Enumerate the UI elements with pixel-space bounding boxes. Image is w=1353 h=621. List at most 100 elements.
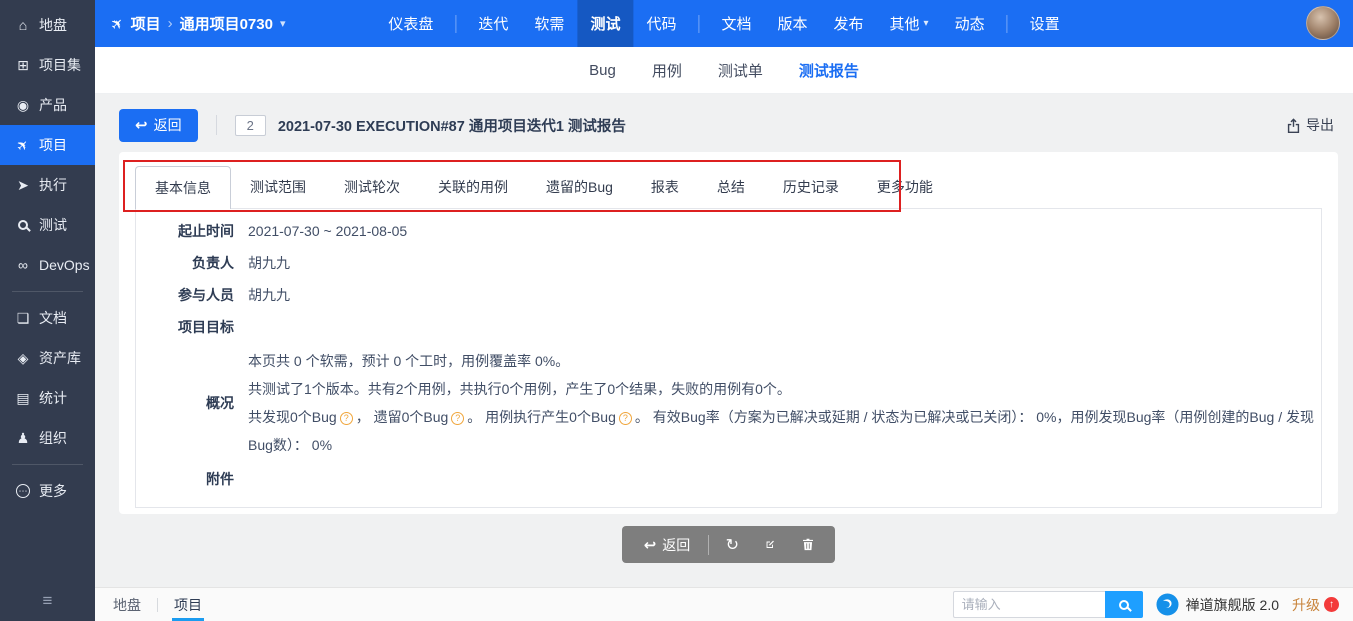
sidebar-item-label: 产品	[39, 95, 67, 115]
breadcrumb-project[interactable]: 通用项目0730	[180, 13, 273, 34]
people-icon: ♟	[15, 430, 31, 447]
export-button[interactable]: 导出	[1286, 115, 1338, 135]
trash-icon	[803, 537, 813, 552]
detail-row-members: 参与人员 胡九九	[136, 279, 1321, 311]
tab-summary[interactable]: 总结	[698, 166, 764, 208]
detail-value: 2021-07-30 ~ 2021-08-05	[248, 223, 407, 239]
breadcrumb-app[interactable]: 项目	[131, 13, 161, 34]
sidebar-item-devops[interactable]: ∞ DevOps	[0, 245, 95, 285]
footer-tab-project[interactable]: 项目	[172, 588, 204, 621]
subnav-item-case[interactable]: 用例	[652, 60, 682, 81]
report-tabs: 基本信息 测试范围 测试轮次 关联的用例 遗留的Bug 报表 总结 历史记录 更…	[135, 166, 1322, 208]
upgrade-link[interactable]: 升级 ↑	[1292, 595, 1339, 615]
help-icon[interactable]: ?	[451, 412, 464, 425]
nav-item-dashboard[interactable]: 仪表盘	[375, 0, 446, 47]
brand-label: 禅道旗舰版 2.0	[1186, 595, 1279, 615]
sidebar-item-more[interactable]: ⋯ 更多	[0, 471, 95, 511]
gem-icon: ◈	[15, 350, 31, 367]
report-id-badge: 2	[235, 115, 266, 136]
refresh-icon: ↻	[726, 535, 739, 555]
nav-item-build[interactable]: 版本	[764, 0, 820, 47]
nav-item-settings[interactable]: 设置	[1017, 0, 1073, 47]
overview-line-2: 共测试了1个版本。共有2个用例，共执行0个用例，产生了0个结果，失败的用例有0个…	[248, 375, 1321, 403]
tab-test-scope[interactable]: 测试范围	[231, 166, 325, 208]
nav-item-test[interactable]: 测试	[577, 0, 633, 47]
main-content: ↩ 返回 2 2021-07-30 EXECUTION#87 通用项目迭代1 测…	[95, 94, 1353, 587]
refresh-button[interactable]: ↻	[713, 526, 751, 563]
export-icon	[1286, 118, 1301, 133]
chevron-down-icon: ▾	[924, 18, 929, 29]
detail-row-goal: 项目目标	[136, 311, 1321, 343]
search-input[interactable]	[953, 591, 1105, 618]
back-button-bottom[interactable]: ↩ 返回	[630, 526, 705, 563]
footer-tab-dashboard[interactable]: 地盘	[111, 588, 143, 621]
sidebar-item-program[interactable]: ⊞ 项目集	[0, 45, 95, 85]
search-icon	[1119, 600, 1129, 610]
detail-label: 起止时间	[136, 221, 248, 241]
sidebar-item-org[interactable]: ♟ 组织	[0, 418, 95, 458]
tab-linked-cases[interactable]: 关联的用例	[419, 166, 527, 208]
sidebar-item-label: 组织	[39, 428, 67, 448]
footer-tabs: 地盘 项目	[95, 588, 204, 621]
tab-legacy-bugs[interactable]: 遗留的Bug	[527, 166, 632, 208]
sidebar-item-doc[interactable]: ❏ 文档	[0, 298, 95, 338]
sidebar-item-project[interactable]: ✈ 项目	[0, 125, 95, 165]
edit-button[interactable]	[751, 526, 789, 563]
subnav-item-testreport[interactable]: 测试报告	[799, 60, 859, 81]
sidebar-item-label: 资产库	[39, 348, 81, 368]
sidebar-item-label: 统计	[39, 388, 67, 408]
sidebar-item-stats[interactable]: ▤ 统计	[0, 378, 95, 418]
nav-item-requirement[interactable]: 软需	[521, 0, 577, 47]
sidebar-item-dashboard[interactable]: ⌂ 地盘	[0, 5, 95, 45]
help-icon[interactable]: ?	[340, 412, 353, 425]
chevron-right-icon: ›	[168, 15, 173, 32]
tab-more-features[interactable]: 更多功能	[858, 166, 952, 208]
subnav-item-bug[interactable]: Bug	[589, 62, 616, 79]
sidebar-item-qa[interactable]: 测试	[0, 205, 95, 245]
detail-row-owner: 负责人 胡九九	[136, 247, 1321, 279]
sidebar-item-label: 地盘	[39, 15, 67, 35]
nav-item-other[interactable]: 其他 ▾	[877, 0, 942, 47]
sidebar-divider	[12, 464, 83, 465]
sidebar-item-label: 项目集	[39, 55, 81, 75]
report-card: 基本信息 测试范围 测试轮次 关联的用例 遗留的Bug 报表 总结 历史记录 更…	[119, 152, 1338, 514]
nav-item-iteration[interactable]: 迭代	[465, 0, 521, 47]
sidebar-item-execution[interactable]: ➤ 执行	[0, 165, 95, 205]
nav-item-doc[interactable]: 文档	[708, 0, 764, 47]
home-icon: ⌂	[15, 17, 31, 33]
back-button[interactable]: ↩ 返回	[119, 109, 198, 142]
tab-history[interactable]: 历史记录	[764, 166, 858, 208]
sidebar-divider	[12, 291, 83, 292]
chevron-down-icon[interactable]: ▾	[280, 17, 286, 30]
tab-charts[interactable]: 报表	[632, 166, 698, 208]
nav-item-release[interactable]: 发布	[821, 0, 877, 47]
chart-icon: ▤	[15, 390, 31, 407]
rocket-icon: ✈	[111, 15, 124, 33]
sidebar-item-product[interactable]: ◉ 产品	[0, 85, 95, 125]
sidebar-item-label: 测试	[39, 215, 67, 235]
detail-label: 负责人	[136, 253, 248, 273]
subnav-item-testtask[interactable]: 测试单	[718, 60, 763, 81]
infinity-icon: ∞	[15, 257, 31, 273]
tab-test-rounds[interactable]: 测试轮次	[325, 166, 419, 208]
sidebar-spacer	[0, 511, 95, 581]
breadcrumb: ✈ 项目 › 通用项目0730 ▾	[95, 13, 286, 34]
user-avatar[interactable]	[1306, 6, 1340, 40]
nav-item-code[interactable]: 代码	[633, 0, 689, 47]
zentao-logo-icon	[1156, 593, 1179, 616]
tab-basic-info[interactable]: 基本信息	[135, 166, 231, 209]
magnifier-icon	[15, 220, 31, 230]
overview-line-1: 本页共 0 个软需，预计 0 个工时，用例覆盖率 0%。	[248, 347, 1321, 375]
toolbar-divider	[216, 115, 217, 135]
back-arrow-icon: ↩	[135, 116, 148, 134]
sidebar-item-label: DevOps	[39, 257, 90, 273]
nav-item-dynamic[interactable]: 动态	[942, 0, 998, 47]
footer: 地盘 项目 禅道旗舰版 2.0 升级 ↑	[95, 587, 1353, 621]
sidebar-collapse-button[interactable]: ≡	[0, 581, 95, 621]
toolbar: ↩ 返回 2 2021-07-30 EXECUTION#87 通用项目迭代1 测…	[119, 108, 1338, 142]
app-window: ⌂ 地盘 ⊞ 项目集 ◉ 产品 ✈ 项目 ➤ 执行 测试 ∞ DevOps ❏	[0, 0, 1353, 621]
help-icon[interactable]: ?	[619, 412, 632, 425]
sidebar-item-assets[interactable]: ◈ 资产库	[0, 338, 95, 378]
search-button[interactable]	[1105, 591, 1143, 618]
delete-button[interactable]	[789, 526, 827, 563]
